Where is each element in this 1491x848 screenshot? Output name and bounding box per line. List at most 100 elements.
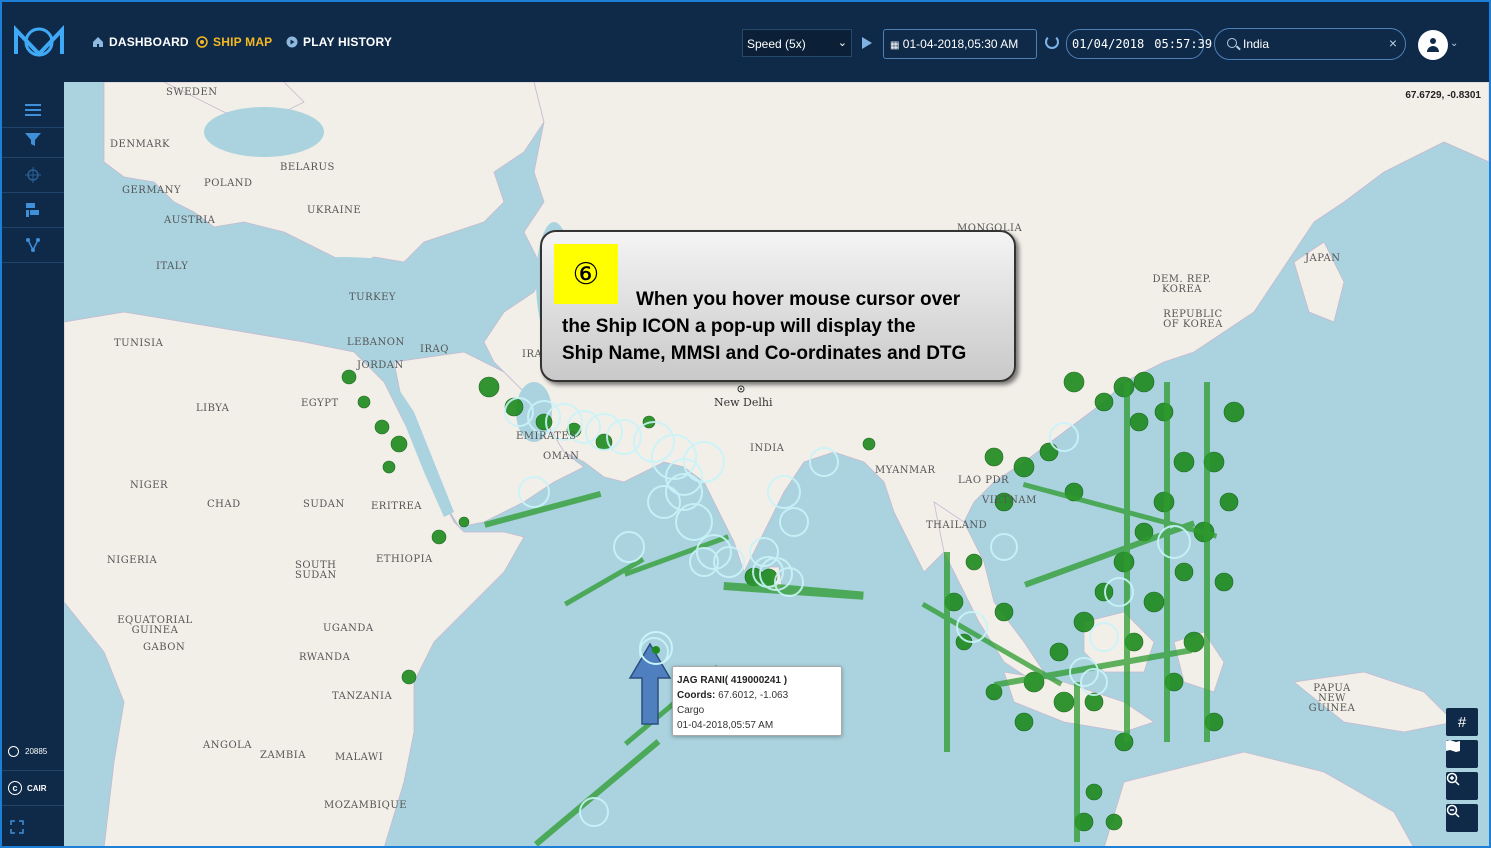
ship-count-value: 20885: [25, 747, 48, 756]
nav-play-history[interactable]: PLAY HISTORY: [286, 35, 392, 49]
instruction-callout: ⑥ When you hover mouse cursor over the S…: [540, 230, 1016, 382]
map-label: SUDAN: [303, 499, 345, 510]
map-label: CHAD: [207, 499, 241, 510]
map-label: LIBYA: [196, 403, 230, 414]
ship-dtg: 01-04-2018,05:57 AM: [677, 720, 774, 731]
map-label: EQUATORIAL GUINEA: [117, 615, 193, 636]
nav-play-history-label: PLAY HISTORY: [303, 35, 393, 49]
clock-time: 05:57:39: [1154, 37, 1213, 51]
sidebar: 20885 c CAIR: [2, 82, 64, 846]
logo-icon[interactable]: [14, 24, 64, 60]
map-icon[interactable]: [1446, 740, 1478, 768]
callout-line-1: When you hover mouse cursor over: [636, 289, 961, 310]
zoom-out-icon[interactable]: [1446, 804, 1478, 832]
expand-icon[interactable]: [10, 820, 24, 834]
map-label: NIGERIA: [107, 555, 158, 566]
map-label: DENMARK: [110, 139, 171, 150]
map-label: TURKEY: [349, 292, 396, 303]
map-label: ETHIOPIA: [376, 554, 433, 565]
map-label: EMIRATES: [516, 431, 577, 442]
sidebar-layers[interactable]: [2, 192, 64, 228]
map-label: VIETNAM: [982, 495, 1037, 506]
chevron-down-icon[interactable]: ⌄: [1450, 38, 1458, 49]
map-label: PAPUA NEW GUINEA: [1308, 683, 1356, 714]
app-frame: DASHBOARD SHIP MAP PLAY HISTORY Speed (5…: [0, 0, 1491, 848]
map-label: ITALY: [156, 261, 189, 272]
grid-icon[interactable]: #: [1446, 708, 1478, 736]
map-label: MOZAMBIQUE: [324, 800, 408, 811]
sidebar-filter[interactable]: [2, 122, 64, 158]
map-label: UKRAINE: [307, 205, 362, 216]
map-label: UGANDA: [323, 623, 374, 634]
callout-line-2: the Ship ICON a pop-up will display the: [562, 316, 916, 337]
play-circle-icon: [286, 36, 298, 48]
crosshair-icon: [25, 166, 41, 183]
map-label: MALAWI: [335, 752, 384, 763]
map-label: REPUBLIC OF KOREA: [1163, 309, 1223, 330]
map-label: GERMANY: [122, 185, 182, 196]
map-label: AUSTRIA: [164, 215, 216, 226]
city-label: New Delhi: [714, 396, 773, 409]
reset-icon[interactable]: [1045, 35, 1059, 49]
search-input[interactable]: India: [1243, 37, 1269, 51]
map-label: INDIA: [750, 443, 785, 454]
copyright-label: CAIR: [27, 783, 47, 793]
map-label: JORDAN: [357, 360, 404, 371]
search-box[interactable]: India ×: [1214, 28, 1406, 60]
map-label: JAPAN: [1305, 253, 1341, 264]
clock-display: 01/04/2018 05:57:39: [1066, 29, 1212, 59]
clear-icon[interactable]: ×: [1389, 35, 1397, 51]
nav-dashboard-label: DASHBOARD: [109, 35, 189, 49]
ship-type: Cargo: [677, 705, 705, 716]
start-datetime-value: 01-04-2018,05:30 AM: [902, 37, 1019, 51]
map-label: THAILAND: [926, 520, 988, 531]
ship-count: 20885: [8, 746, 47, 757]
start-datetime-field[interactable]: ▦ 01-04-2018,05:30 AM: [883, 29, 1037, 59]
map-label: RWANDA: [299, 652, 351, 663]
target-icon: [196, 36, 208, 48]
home-icon: [93, 37, 103, 47]
callout-text: When you hover mouse cursor over the Shi…: [562, 286, 1008, 367]
user-icon[interactable]: [1418, 30, 1448, 60]
map-label: DEM. REP. KOREA: [1152, 274, 1212, 295]
map-label: OMAN: [543, 451, 580, 462]
map-label: IRAQ: [420, 344, 449, 355]
layers-icon: [26, 202, 39, 217]
map-label: EGYPT: [301, 398, 339, 409]
calendar-icon: ▦: [890, 40, 900, 51]
map-label: TUNISIA: [114, 338, 164, 349]
map-label: SWEDEN: [166, 87, 218, 98]
map-label: SOUTH SUDAN: [295, 560, 337, 581]
nav-ship-map-label: SHIP MAP: [213, 35, 273, 49]
network-icon: [26, 237, 40, 252]
filter-icon: [25, 132, 41, 146]
top-bar: DASHBOARD SHIP MAP PLAY HISTORY Speed (5…: [2, 2, 1489, 82]
map-label: NIGER: [130, 480, 169, 491]
map-label: TANZANIA: [332, 691, 393, 702]
map-label: ZAMBIA: [260, 750, 306, 761]
map-label: GABON: [143, 642, 186, 653]
sidebar-locate[interactable]: [2, 157, 64, 193]
sidebar-network[interactable]: [2, 227, 64, 263]
chevron-down-icon: ⌄: [837, 37, 847, 49]
map-label: ERITREA: [371, 501, 422, 512]
map-label: ANGOLA: [203, 740, 253, 751]
copyright: c CAIR: [2, 770, 64, 806]
callout-line-3: Ship Name, MMSI and Co-ordinates and DTG: [562, 343, 967, 364]
copyright-icon: c: [8, 781, 22, 795]
nav-ship-map[interactable]: SHIP MAP: [196, 35, 272, 49]
zoom-in-icon[interactable]: [1446, 772, 1478, 800]
map-label: LEBANON: [347, 337, 405, 348]
speed-select[interactable]: Speed (5x) ⌄: [742, 29, 852, 57]
map-label: POLAND: [204, 178, 253, 189]
coords-label: Coords:: [677, 690, 716, 701]
map-label: LAO PDR: [958, 475, 1010, 486]
map-label: BELARUS: [280, 162, 335, 173]
search-icon: [1227, 38, 1237, 48]
ship-marker[interactable]: [638, 630, 674, 666]
play-icon[interactable]: [862, 37, 872, 49]
speed-value: Speed (5x): [747, 37, 806, 51]
coords-value: 67.6012, -1.063: [718, 690, 789, 701]
clock-date: 01/04/2018: [1072, 37, 1145, 51]
nav-dashboard[interactable]: DASHBOARD: [92, 35, 189, 49]
